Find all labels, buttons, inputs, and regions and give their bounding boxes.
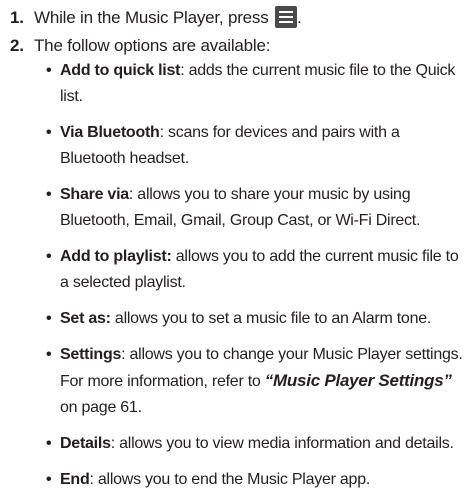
option-term: Add to quick list xyxy=(60,62,181,79)
menu-icon xyxy=(275,5,298,28)
option-desc: : allows you to end the Music Player app… xyxy=(89,471,371,488)
list-item-add-to-quick-list: • Add to quick list: adds the current mu… xyxy=(0,58,473,110)
option-term: Via Bluetooth xyxy=(60,124,160,141)
step-1-period: . xyxy=(297,8,302,27)
list-item-share-via: • Share via: allows you to share your mu… xyxy=(0,182,473,234)
list-item-details: • Details: allows you to view media info… xyxy=(0,431,473,457)
bullet-glyph: • xyxy=(46,435,52,452)
option-term: Details xyxy=(60,435,111,452)
bullet-glyph: • xyxy=(46,471,52,488)
option-term: Set as: xyxy=(60,310,111,327)
list-item-via-bluetooth: • Via Bluetooth: scans for devices and p… xyxy=(0,120,473,172)
option-term: Share via xyxy=(60,186,129,203)
bullet-glyph: • xyxy=(46,346,52,363)
step-number: 2. xyxy=(10,36,24,55)
list-item-add-to-playlist: • Add to playlist: allows you to add the… xyxy=(0,244,473,296)
bullet-glyph: • xyxy=(46,124,52,141)
option-term: End xyxy=(60,471,90,488)
option-desc: : allows you to view media information a… xyxy=(110,435,454,452)
step-1-text: While in the Music Player, press xyxy=(34,8,269,27)
cross-reference-link[interactable]: “Music Player Settings” xyxy=(265,371,452,390)
step-text: While in the Music Player, press . xyxy=(34,5,302,30)
option-term: Add to playlist: xyxy=(60,248,172,265)
list-item-settings: • Settings: allows you to change your Mu… xyxy=(0,342,473,421)
bullet-glyph: • xyxy=(46,186,52,203)
bullet-glyph: • xyxy=(46,62,52,79)
step-text: The follow options are available: xyxy=(34,36,271,55)
option-desc-after: on page 61. xyxy=(60,399,142,416)
option-term: Settings xyxy=(60,346,122,363)
options-list: • Add to quick list: adds the current mu… xyxy=(0,58,473,503)
list-item-set-as: • Set as: allows you to set a music file… xyxy=(0,306,473,332)
bullet-glyph: • xyxy=(46,310,52,327)
list-item-end: • End: allows you to end the Music Playe… xyxy=(0,467,473,493)
option-desc: allows you to set a music file to an Ala… xyxy=(110,310,432,327)
step-number: 1. xyxy=(10,8,24,27)
bullet-glyph: • xyxy=(46,248,52,265)
